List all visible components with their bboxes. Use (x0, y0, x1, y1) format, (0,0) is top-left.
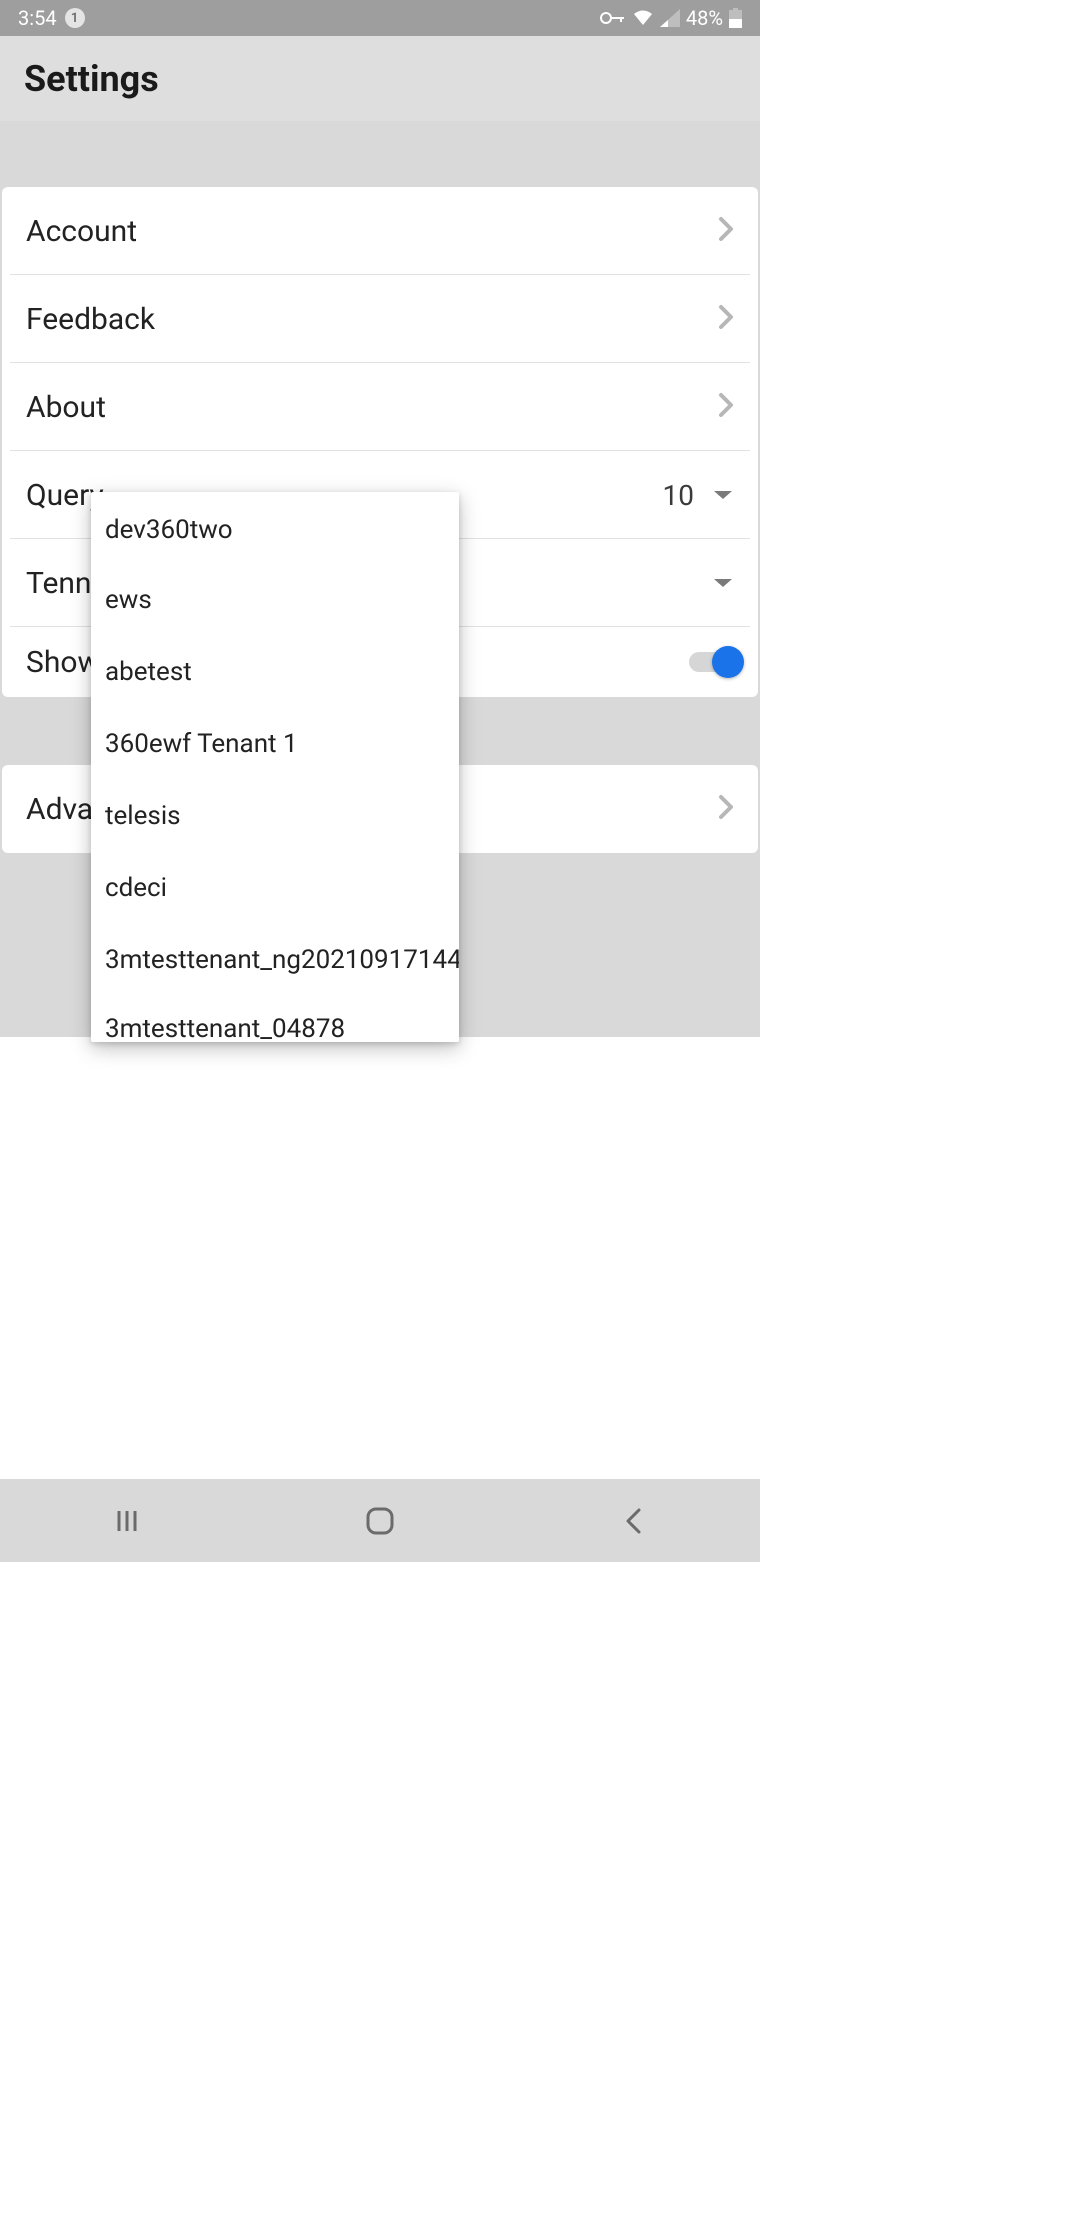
settings-row-about[interactable]: About (2, 363, 758, 451)
chevron-right-icon (718, 392, 734, 422)
chevron-right-icon (718, 794, 734, 824)
query-interval-value: 10 (663, 479, 694, 512)
nav-home-button[interactable] (320, 1506, 440, 1536)
settings-row-account[interactable]: Account (2, 187, 758, 275)
show-toggle[interactable] (689, 652, 734, 672)
tenant-select-area (712, 574, 734, 593)
caret-down-icon (712, 574, 734, 593)
toggle-knob (712, 646, 744, 678)
dropdown-item[interactable]: telesis (91, 780, 459, 852)
cell-signal-icon (660, 9, 680, 27)
notification-count-badge: 1 (65, 8, 85, 28)
bottom-blank (0, 1037, 760, 1479)
wifi-icon (632, 9, 654, 27)
status-right: 48% (600, 6, 742, 30)
dropdown-item[interactable]: cdeci (91, 852, 459, 924)
battery-percent: 48% (686, 6, 723, 30)
page-title: Settings (24, 58, 159, 100)
settings-row-feedback[interactable]: Feedback (2, 275, 758, 363)
query-select-area: 10 (647, 479, 734, 512)
dropdown-item[interactable]: 3mtesttenant_ng202109171447 (91, 924, 459, 996)
vpn-key-icon (600, 11, 626, 25)
tenant-dropdown-menu[interactable]: dev360two ews abetest 360ewf Tenant 1 te… (91, 492, 459, 1042)
row-label-about: About (26, 390, 106, 425)
chevron-right-icon (718, 304, 734, 334)
row-label-show: Show (26, 645, 100, 680)
nav-recents-button[interactable] (67, 1507, 187, 1535)
status-left: 3:54 1 (18, 6, 85, 30)
app-header: Settings (0, 36, 760, 121)
battery-icon (729, 8, 742, 28)
dropdown-item[interactable]: abetest (91, 636, 459, 708)
dropdown-item[interactable]: 360ewf Tenant 1 (91, 708, 459, 780)
dropdown-item[interactable]: ews (91, 564, 459, 636)
dropdown-item[interactable]: dev360two (91, 492, 459, 564)
row-label-account: Account (26, 214, 137, 249)
top-gap (2, 121, 758, 187)
home-icon (365, 1506, 395, 1536)
status-time: 3:54 (18, 6, 57, 30)
chevron-right-icon (718, 216, 734, 246)
row-label-feedback: Feedback (26, 302, 155, 337)
system-nav-bar (0, 1479, 760, 1562)
recents-icon (113, 1507, 141, 1535)
caret-down-icon (712, 486, 734, 505)
nav-back-button[interactable] (573, 1506, 693, 1536)
status-bar: 3:54 1 48% (0, 0, 760, 36)
back-icon (623, 1506, 643, 1536)
dropdown-item[interactable]: 3mtesttenant_04878 (91, 996, 459, 1042)
